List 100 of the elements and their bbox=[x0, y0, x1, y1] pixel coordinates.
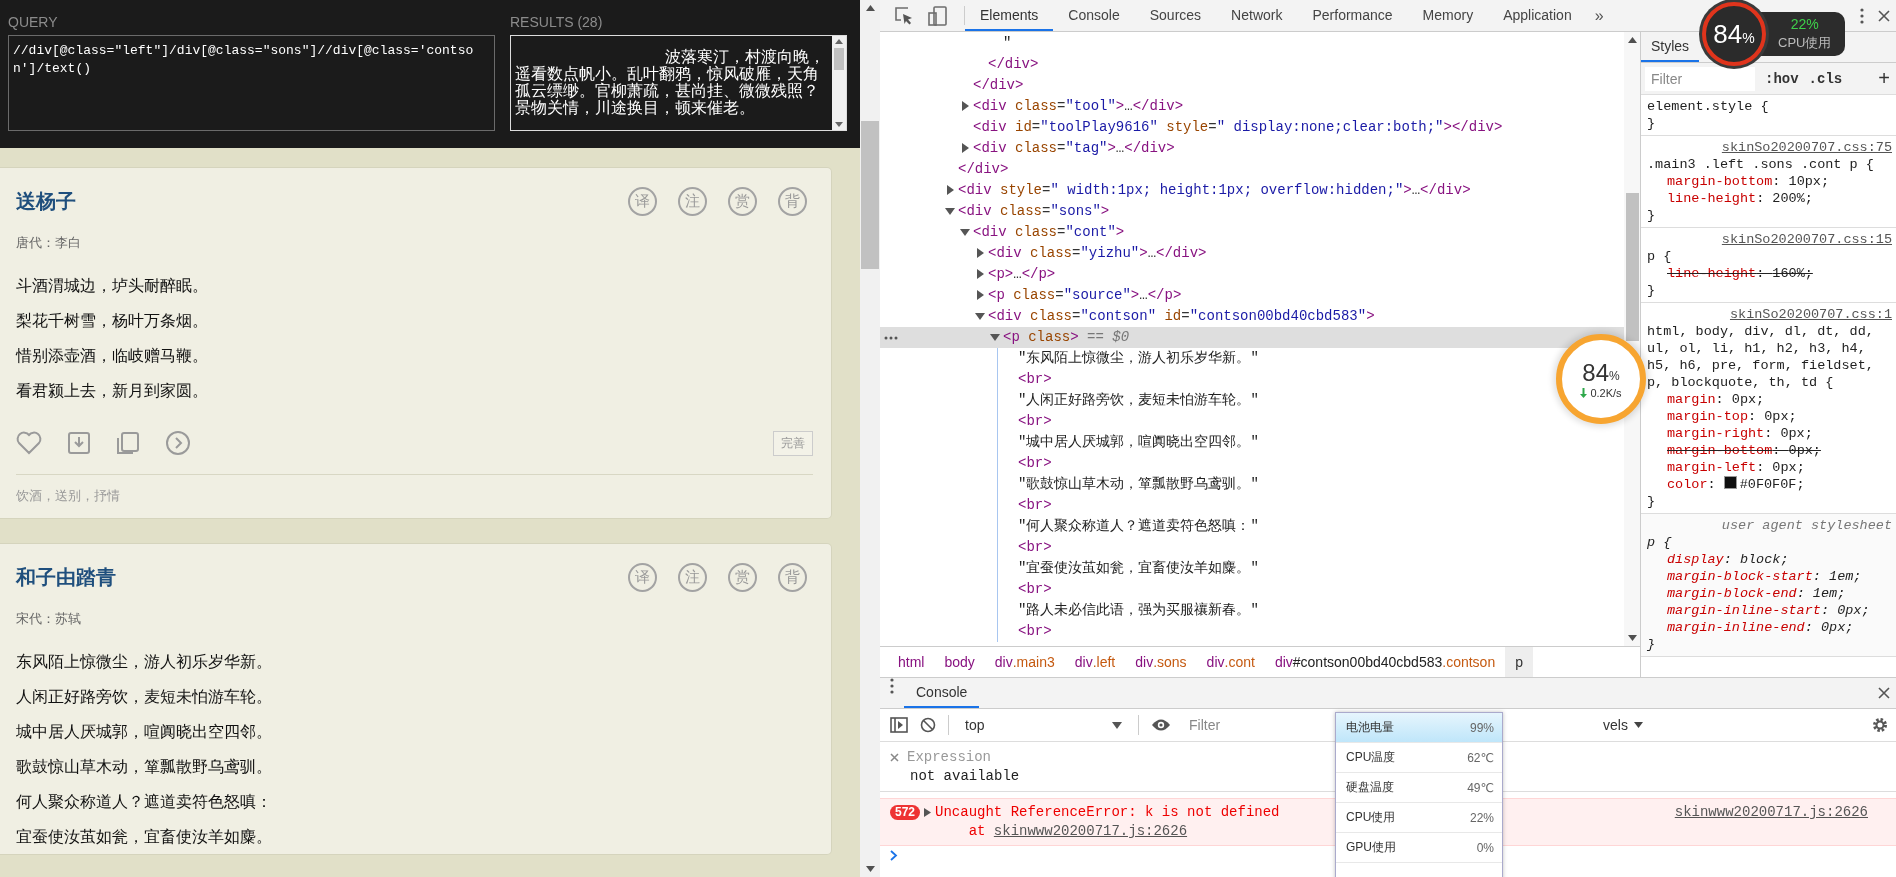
close-icon[interactable] bbox=[1878, 9, 1890, 22]
dom-node[interactable]: <br> bbox=[880, 369, 1052, 390]
disclosure-triangle-icon[interactable] bbox=[975, 269, 985, 279]
dom-node[interactable]: "宜蚕使汝茧如瓮，宜畜使汝羊如麋。" bbox=[880, 558, 1259, 579]
levels-dropdown[interactable]: vels bbox=[1603, 717, 1643, 733]
css-property[interactable]: color: #0F0F0F; bbox=[1647, 476, 1892, 493]
hardware-row[interactable]: GPU使用 0% bbox=[1336, 833, 1502, 863]
breadcrumb-item[interactable]: div.cont bbox=[1196, 647, 1265, 677]
source-link[interactable]: skinSo20200707.css:15 bbox=[1721, 231, 1892, 248]
breadcrumb-item[interactable]: body bbox=[934, 647, 985, 677]
eye-icon[interactable] bbox=[1151, 718, 1171, 732]
dom-node[interactable]: <div class="yizhu">…</div> bbox=[880, 243, 1207, 264]
close-icon[interactable] bbox=[1878, 687, 1890, 699]
device-toolbar-icon[interactable] bbox=[928, 5, 948, 26]
disclosure-triangle-icon[interactable] bbox=[960, 101, 970, 111]
source-link[interactable]: skinSo20200707.css:75 bbox=[1721, 139, 1892, 156]
dom-node[interactable]: <br> bbox=[880, 411, 1052, 432]
dom-node[interactable]: "城中居人厌城郭，喧阗晓出空四邻。" bbox=[880, 432, 1259, 453]
breadcrumb-item[interactable]: div.sons bbox=[1125, 647, 1197, 677]
dom-node[interactable]: <div class="tool">…</div> bbox=[880, 96, 1184, 117]
hardware-row[interactable]: CPU使用 22% bbox=[1336, 803, 1502, 833]
disclosure-triangle-icon[interactable] bbox=[960, 227, 970, 237]
console-prompt-icon[interactable] bbox=[890, 850, 898, 861]
context-dropdown[interactable]: top bbox=[961, 717, 1126, 733]
scroll-down-arrow-icon[interactable] bbox=[1627, 635, 1637, 641]
dom-node[interactable]: <br> bbox=[880, 579, 1052, 600]
poem-title[interactable]: 和子由踏青 bbox=[16, 563, 116, 591]
devtools-tab[interactable]: Application bbox=[1488, 0, 1587, 31]
css-property[interactable]: margin-left: 0px; bbox=[1647, 459, 1892, 476]
query-field[interactable]: //div[@class="left"]/div[@class="sons"]//div[@class='contson']/text() bbox=[8, 35, 495, 131]
dom-node[interactable]: <br> bbox=[880, 621, 1052, 642]
scroll-up-arrow-icon[interactable] bbox=[865, 5, 875, 11]
dom-node[interactable]: <div class="cont"> bbox=[880, 222, 1125, 243]
dom-closing-tag[interactable]: </div> bbox=[880, 75, 1024, 96]
dom-node[interactable]: "路人未必信此语，强为买服禳新春。" bbox=[880, 600, 1259, 621]
more-vertical-icon[interactable] bbox=[890, 678, 894, 694]
disclosure-triangle-icon[interactable] bbox=[945, 185, 955, 195]
dom-closing-tag[interactable]: </div> bbox=[880, 159, 1009, 180]
css-property[interactable]: margin-right: 0px; bbox=[1647, 425, 1892, 442]
hardware-row[interactable]: 电池电量 99% bbox=[1336, 713, 1502, 743]
more-tabs-button[interactable]: » bbox=[1586, 0, 1612, 31]
disclosure-triangle-icon[interactable] bbox=[945, 206, 955, 216]
clear-console-icon[interactable] bbox=[920, 717, 936, 733]
filter-field[interactable]: Filter bbox=[1645, 66, 1755, 91]
dom-node[interactable]: " bbox=[880, 33, 1012, 54]
more-dots-icon[interactable] bbox=[884, 336, 898, 340]
source-link[interactable]: skinSo20200707.css:1 bbox=[1729, 306, 1892, 323]
css-property[interactable]: line-height: 200%; bbox=[1647, 190, 1892, 207]
devtools-tab[interactable]: Performance bbox=[1297, 0, 1408, 31]
scroll-down-arrow-icon[interactable] bbox=[865, 866, 875, 872]
devtools-tab[interactable]: Memory bbox=[1407, 0, 1489, 31]
disclosure-triangle-icon[interactable] bbox=[960, 143, 970, 153]
dom-node[interactable]: <br> bbox=[880, 537, 1052, 558]
dom-node[interactable]: <p class="source">…</p> bbox=[880, 285, 1182, 306]
scroll-up-arrow-icon[interactable] bbox=[835, 39, 843, 44]
breadcrumb-item[interactable]: div.main3 bbox=[984, 647, 1065, 677]
devtools-tab[interactable]: Network bbox=[1216, 0, 1298, 31]
dom-node[interactable]: "何人聚众称道人？遮道卖符色怒嗔：" bbox=[880, 516, 1259, 537]
hardware-row[interactable]: CPU温度 62℃ bbox=[1336, 743, 1502, 773]
scroll-up-arrow-icon[interactable] bbox=[1627, 37, 1637, 43]
scrollbar-thumb[interactable] bbox=[1625, 193, 1639, 341]
disclosure-triangle-icon[interactable] bbox=[990, 332, 1000, 342]
css-property[interactable]: margin-bottom: 0px; bbox=[1647, 442, 1892, 459]
css-property[interactable]: margin-top: 0px; bbox=[1647, 408, 1892, 425]
remove-icon[interactable] bbox=[890, 753, 899, 762]
css-property[interactable]: line-height: 160%; bbox=[1647, 265, 1892, 282]
disclosure-triangle-icon[interactable] bbox=[975, 290, 985, 300]
css-property[interactable]: margin-inline-start: 0px; bbox=[1647, 602, 1892, 619]
disclosure-triangle-icon[interactable] bbox=[975, 311, 985, 321]
drawer-tab[interactable]: Console bbox=[904, 678, 980, 708]
css-property[interactable]: margin-inline-end: 0px; bbox=[1647, 619, 1892, 636]
devtools-tab[interactable]: Elements bbox=[965, 0, 1054, 31]
inspect-cursor-icon[interactable] bbox=[894, 5, 914, 26]
dom-node[interactable]: <div class="sons"> bbox=[880, 201, 1110, 222]
dom-node[interactable]: <p class> == $0 bbox=[880, 327, 1624, 348]
dom-node[interactable]: <br> bbox=[880, 495, 1052, 516]
class-button[interactable]: .cls bbox=[1808, 70, 1843, 87]
disclosure-triangle-icon[interactable] bbox=[924, 808, 932, 817]
css-property[interactable]: margin-block-start: 1em; bbox=[1647, 568, 1892, 585]
devtools-tab[interactable]: Sources bbox=[1134, 0, 1217, 31]
hardware-row[interactable]: 硬盘温度 49℃ bbox=[1336, 773, 1502, 803]
css-property[interactable]: margin-bottom: 10px; bbox=[1647, 173, 1892, 190]
dom-node[interactable]: "人闲正好路旁饮，麦短未怕游车轮。" bbox=[880, 390, 1259, 411]
settings-icon[interactable] bbox=[1872, 717, 1888, 733]
dom-node[interactable]: <div class="tag">…</div> bbox=[880, 138, 1175, 159]
dom-node[interactable]: <div style=" width:1px; height:1px; overflow:hidden;">…</div> bbox=[880, 180, 1471, 201]
breadcrumb-item[interactable]: div.left bbox=[1064, 647, 1126, 677]
sidebar-toggle-icon[interactable] bbox=[890, 717, 908, 733]
more-vertical-icon[interactable] bbox=[1860, 7, 1864, 24]
dom-node[interactable]: <div class="contson" id="contson00bd40cbd583"> bbox=[880, 306, 1375, 327]
dom-node[interactable]: <p>…</p> bbox=[880, 264, 1056, 285]
scrollbar-thumb[interactable] bbox=[834, 48, 844, 70]
color-swatch[interactable] bbox=[1723, 476, 1737, 489]
breadcrumb-item[interactable]: div#contson00bd40cbd583.contson bbox=[1264, 647, 1506, 677]
source-link[interactable]: skinwww20200717.js:2626 bbox=[993, 823, 1188, 839]
breadcrumb-item[interactable]: p bbox=[1505, 647, 1533, 677]
dom-closing-tag[interactable]: </div> bbox=[880, 54, 1039, 75]
dom-node[interactable]: <div id="toolPlay9616" style=" display:none;clear:both;"></div> bbox=[880, 117, 1503, 138]
devtools-tab[interactable]: Console bbox=[1053, 0, 1135, 31]
source-link[interactable]: skinwww20200717.js:2626 bbox=[1674, 803, 1868, 841]
